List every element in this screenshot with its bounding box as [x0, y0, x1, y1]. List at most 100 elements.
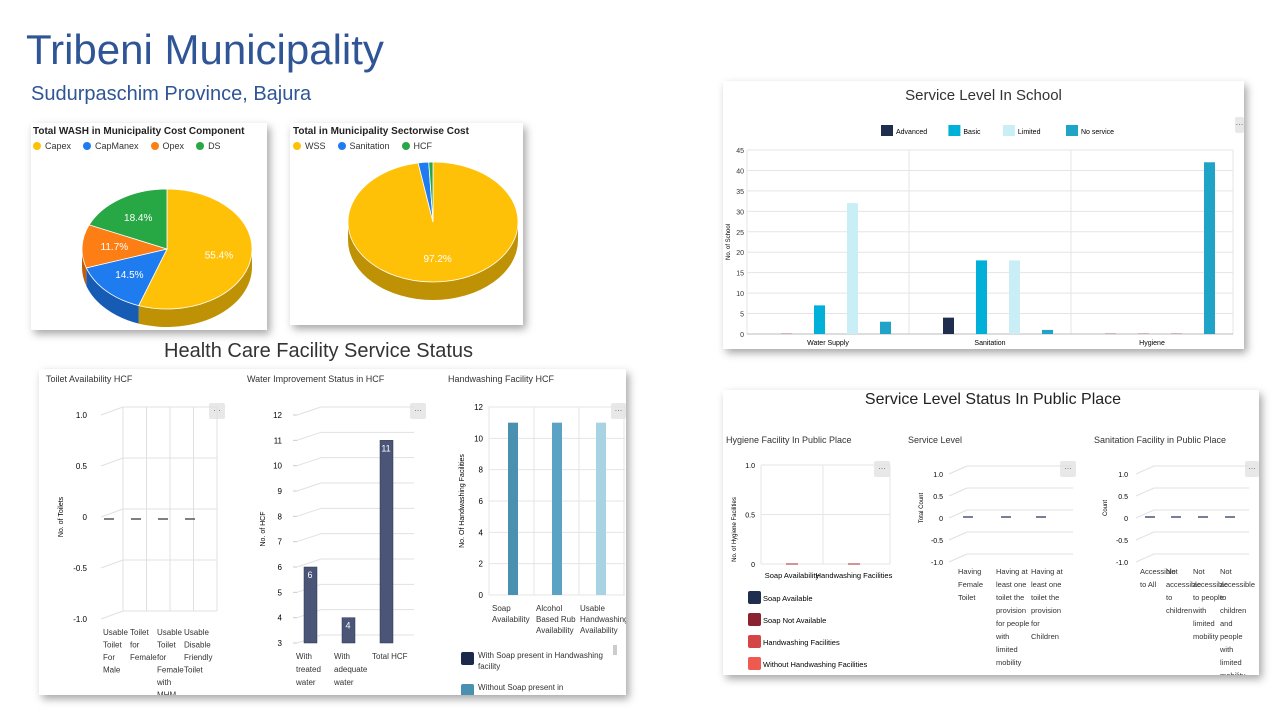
y-tick-label: 1.0	[745, 463, 755, 470]
y-tick-label: -0.5	[1116, 538, 1128, 545]
gridline	[100, 406, 124, 416]
y-tick-label: 5	[740, 312, 744, 319]
x-tick-label: Total HCF	[372, 652, 408, 661]
x-tick-label: Toilet	[130, 628, 149, 637]
legend-label: Handwashing Facilities	[763, 638, 840, 647]
x-tick-label: Female	[130, 653, 157, 662]
pie-data-label: 18.4%	[124, 213, 152, 224]
legend-label: Soap Not Available	[763, 616, 826, 625]
y-tick-label: 4	[278, 614, 283, 623]
x-tick-label: Usable	[103, 628, 128, 637]
x-tick-label: Not	[1193, 567, 1206, 576]
x-tick-label: toilet the	[996, 593, 1024, 602]
y-axis-label: No. of Toilets	[58, 496, 65, 537]
x-tick-label: Children	[1031, 632, 1059, 641]
bar	[552, 422, 562, 595]
gridline	[948, 465, 968, 475]
x-tick-label: Disable	[184, 641, 211, 650]
y-tick-label: 25	[736, 230, 744, 237]
gridline	[100, 457, 124, 467]
legend-label: Basic	[963, 129, 981, 136]
y-tick-label: 8	[479, 466, 484, 475]
x-tick-label: Availability	[536, 626, 574, 635]
gridline	[296, 533, 322, 543]
y-axis-label: No. of School	[726, 224, 732, 260]
y-tick-label: 10	[273, 462, 282, 471]
legend-swatch	[1002, 125, 1015, 136]
public-panel: Service Level Status In Public Place Hyg…	[723, 390, 1259, 675]
y-tick-label: 1.0	[76, 411, 88, 420]
x-tick-label: with	[156, 678, 171, 687]
y-tick-label: 8	[278, 512, 283, 521]
x-tick-label: mobility	[996, 658, 1022, 667]
y-tick-label: 6	[479, 497, 484, 506]
bar	[847, 203, 858, 334]
x-tick-label: Alcohol	[536, 604, 562, 613]
school-panel: Service Level In School ... Advanced Basi…	[723, 81, 1244, 349]
y-tick-label: 1.0	[933, 472, 943, 479]
legend-swatch	[881, 125, 893, 136]
gridline	[1135, 465, 1155, 475]
bar-value-label: 6	[307, 570, 312, 580]
x-tick-label: Usable	[157, 628, 182, 637]
x-tick-label: provision	[996, 606, 1026, 615]
x-tick-label: Soap	[492, 604, 511, 613]
sector-cost-panel: Total in Municipality Sectorwise Cost WS…	[290, 123, 523, 325]
x-tick-label: accessible	[1220, 580, 1255, 589]
x-tick-label: least one	[996, 580, 1026, 589]
bar	[1009, 260, 1020, 334]
legend-label: Without Handwashing Facilities	[763, 660, 867, 669]
x-tick-label: water	[295, 678, 316, 687]
y-tick-label: 40	[736, 168, 744, 175]
bar	[1105, 333, 1116, 334]
x-tick-label: with	[995, 632, 1009, 641]
x-tick-label: Friendly	[184, 653, 212, 662]
y-tick-label: 0	[740, 332, 744, 339]
x-tick-label: water	[333, 678, 354, 687]
y-axis-label: Count	[1103, 500, 1109, 516]
bar	[814, 305, 825, 334]
gridline	[100, 610, 124, 620]
bar	[976, 260, 987, 334]
x-tick-label: and	[1220, 619, 1233, 628]
pie-data-label: 14.5%	[115, 270, 143, 281]
bar	[781, 333, 792, 334]
y-tick-label: 0.5	[745, 513, 755, 520]
x-tick-label: Usable	[580, 604, 605, 613]
gridline	[296, 482, 322, 492]
sector-cost-pie[interactable]: 97.2%	[290, 123, 523, 325]
y-tick-label: 45	[736, 148, 744, 155]
x-tick-label: Toilet	[958, 593, 976, 602]
y-tick-label: 11	[274, 436, 283, 445]
y-tick-label: 12	[273, 411, 282, 420]
bar-value-label: 4	[345, 621, 350, 631]
y-tick-label: -1.0	[73, 615, 87, 624]
x-tick-label: Availability	[580, 626, 618, 635]
x-tick-label: children	[1220, 606, 1246, 615]
pie-data-label: 55.4%	[205, 250, 233, 261]
y-tick-label: 7	[278, 538, 283, 547]
y-tick-label: 30	[736, 209, 744, 216]
x-tick-label: mobility	[1193, 632, 1219, 641]
gridline	[296, 457, 322, 467]
bar	[943, 317, 954, 334]
x-tick-label: Female	[157, 666, 184, 675]
x-tick-label: Male	[103, 666, 121, 675]
pie-data-label: 97.2%	[423, 254, 451, 265]
x-tick-label: mobility	[1220, 671, 1246, 675]
legend-swatch	[1066, 125, 1078, 136]
y-tick-label: 0.5	[933, 494, 943, 501]
y-axis-label: No. of Hygiene Facilities	[732, 497, 738, 562]
hcf-panel: Toilet Availability HCF Water Improvemen…	[39, 369, 626, 695]
x-tick-label: MHM	[157, 691, 176, 696]
x-tick-label: Having at	[996, 567, 1029, 576]
x-tick-label: with	[1219, 645, 1233, 654]
bar	[379, 440, 394, 644]
gridline	[948, 487, 968, 497]
bar-value-label: 11	[381, 443, 390, 453]
x-tick-label: for	[130, 641, 140, 650]
x-tick-label: for people	[996, 619, 1029, 628]
x-tick-label: With	[296, 652, 312, 661]
wash-cost-pie[interactable]: 55.4% 14.5% 11.7% 18.4%	[31, 123, 267, 330]
legend-swatch	[748, 613, 761, 626]
